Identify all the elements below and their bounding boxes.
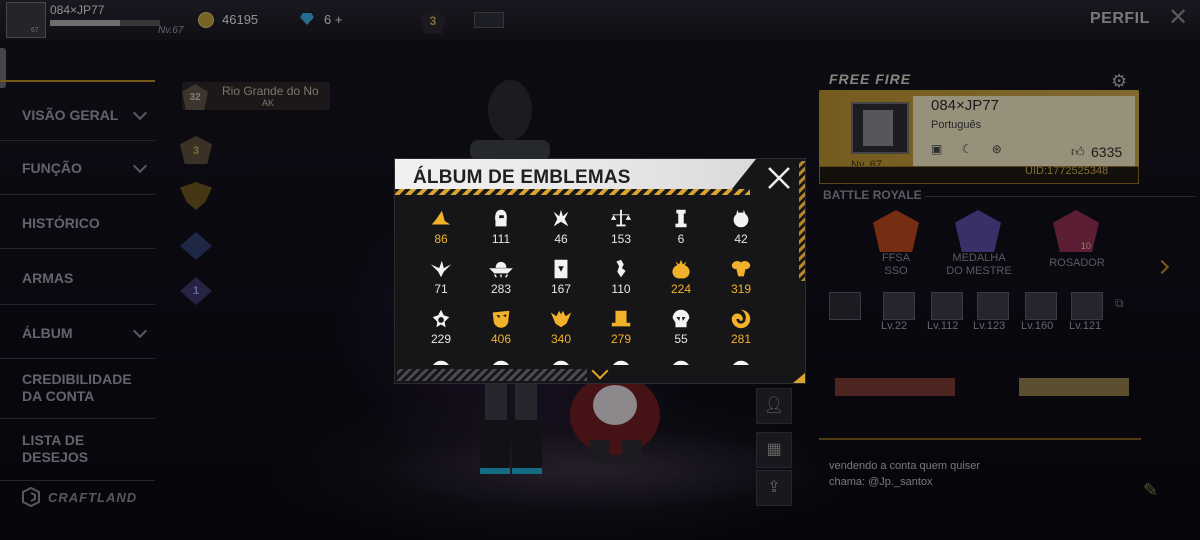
emblem-item[interactable]: 153 [593, 207, 649, 255]
spinner-icon [432, 309, 450, 328]
emblem-icon [553, 360, 569, 365]
emblem-count: 153 [610, 232, 632, 246]
emblem-count: 229 [430, 332, 452, 346]
emblem-icon [433, 360, 449, 365]
emblem-icon [733, 360, 749, 365]
scales-icon [610, 209, 632, 227]
emblem-count: 283 [490, 282, 512, 296]
witch-hat-icon [431, 210, 451, 225]
emblem-count: 224 [670, 282, 692, 296]
emblem-count: 167 [550, 282, 572, 296]
hazard-stripe [799, 161, 805, 281]
emblem-count: 279 [610, 332, 632, 346]
emblem-count: 55 [674, 332, 688, 346]
emblem-count: 340 [550, 332, 572, 346]
chevron-down-icon[interactable] [591, 362, 609, 380]
scorpion-icon [616, 259, 626, 278]
emblem-count: 86 [434, 232, 448, 246]
emblem-item-partial[interactable] [653, 357, 709, 365]
dragon-icon [553, 209, 569, 227]
emblem-icon [493, 360, 509, 365]
emblem-count: 111 [491, 232, 511, 246]
emblem-grid[interactable]: 86 111 46 153 6 42 71 283 167 110 224 319 229 406 340 2… [413, 207, 773, 365]
emblem-item[interactable]: 279 [593, 307, 649, 355]
emblem-item[interactable]: 167 [533, 257, 589, 305]
hazard-stripe [395, 189, 750, 195]
emblem-item-partial[interactable] [473, 357, 529, 365]
emblem-item[interactable]: 229 [413, 307, 469, 355]
emblem-item[interactable]: 406 [473, 307, 529, 355]
tower-icon [675, 209, 687, 228]
card-icon [554, 259, 568, 279]
emblem-item[interactable]: 340 [533, 307, 589, 355]
emblem-album-modal: ÁLBUM DE EMBLEMAS 86 111 46 153 6 42 71 283 167 1… [394, 158, 806, 384]
emblem-icon [613, 360, 629, 365]
swirl-icon [731, 309, 751, 329]
emblem-icon [673, 360, 689, 365]
emblem-item[interactable]: 86 [413, 207, 469, 255]
emblem-count: 281 [730, 332, 752, 346]
emblem-count: 110 [611, 282, 631, 296]
emblem-item[interactable]: 71 [413, 257, 469, 305]
pineapple-icon [672, 259, 690, 279]
emblem-item[interactable]: 110 [593, 257, 649, 305]
emblem-count: 6 [677, 232, 685, 246]
top-hat-icon [611, 310, 631, 327]
emblem-count: 406 [490, 332, 512, 346]
corner-accent [793, 373, 805, 383]
emblem-item[interactable]: 55 [653, 307, 709, 355]
emblem-item-partial[interactable] [533, 357, 589, 365]
close-icon[interactable] [766, 165, 792, 191]
emblem-item-partial[interactable] [413, 357, 469, 365]
ufo-icon [489, 261, 513, 278]
emblem-item[interactable]: 46 [533, 207, 589, 255]
emblem-item[interactable]: 281 [713, 307, 769, 355]
bird-icon [430, 260, 452, 278]
knight-helmet-icon [495, 209, 507, 227]
mask-icon [492, 310, 510, 328]
emblem-count: 71 [434, 282, 448, 296]
bat-icon [550, 310, 572, 328]
emblem-item[interactable]: 111 [473, 207, 529, 255]
emblem-count: 319 [730, 282, 752, 296]
emblem-item[interactable]: 283 [473, 257, 529, 305]
rabbit-icon [733, 209, 749, 228]
ram-icon [731, 260, 751, 277]
hazard-stripe [397, 369, 587, 381]
emblem-item-partial[interactable] [713, 357, 769, 365]
modal-title: ÁLBUM DE EMBLEMAS [413, 167, 631, 188]
emblem-item[interactable]: 319 [713, 257, 769, 305]
emblem-count: 42 [734, 232, 748, 246]
skull-icon [672, 309, 690, 328]
emblem-item[interactable]: 6 [653, 207, 709, 255]
emblem-item[interactable]: 42 [713, 207, 769, 255]
emblem-count: 46 [554, 232, 568, 246]
emblem-item[interactable]: 224 [653, 257, 709, 305]
